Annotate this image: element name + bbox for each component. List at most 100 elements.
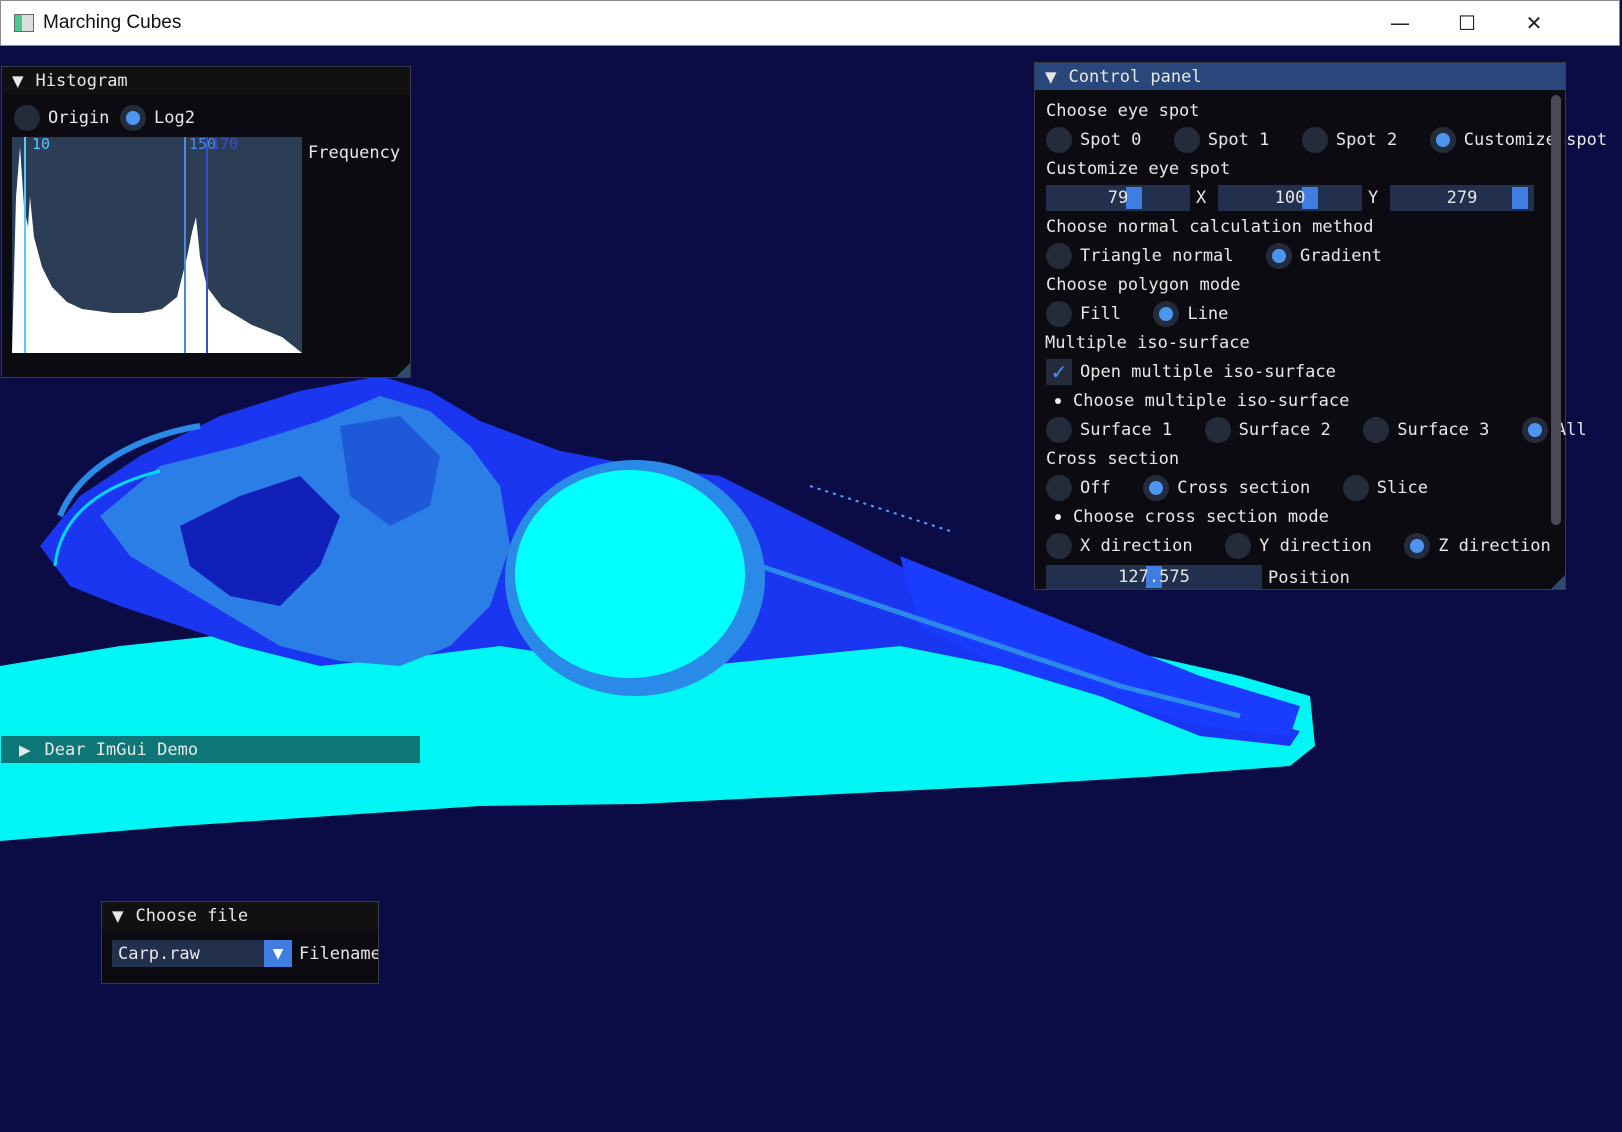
radio-x-direction[interactable] [1046, 533, 1072, 559]
marker-label-170: 170 [211, 135, 239, 153]
customize-spot-label: Customize spot [1463, 130, 1608, 150]
collapse-arrow-icon: ▼ [1045, 67, 1057, 86]
cross-section-subheading: Choose cross section mode [1073, 507, 1329, 527]
eye-spot-heading: Choose eye spot [1046, 101, 1200, 121]
filename-label: Filename [299, 944, 379, 964]
polygon-mode-options: Fill Line [1046, 301, 1228, 327]
resize-grip[interactable] [396, 363, 410, 377]
eye-spot-options: Spot 0 Spot 1 Spot 2 Customize spot [1046, 127, 1607, 153]
radio-line[interactable] [1153, 301, 1180, 327]
position-label: Position [1268, 568, 1350, 588]
log2-label: Log2 [154, 108, 195, 128]
minimize-button[interactable]: — [1366, 1, 1434, 45]
frequency-label: Frequency [308, 143, 401, 163]
radio-slice[interactable] [1342, 475, 1369, 501]
position-value: 127.575 [1118, 567, 1190, 587]
radio-origin[interactable] [14, 105, 40, 131]
demo-window-header[interactable]: ▶ Dear ImGui Demo [1, 736, 420, 763]
surface-1-label: Surface 1 [1080, 420, 1173, 440]
marker-label-10: 10 [32, 135, 51, 153]
radio-surface-2[interactable] [1204, 417, 1231, 443]
swim-bladder [515, 470, 745, 678]
histogram-mode-origin[interactable]: Origin [14, 105, 109, 131]
demo-window-title: Dear ImGui Demo [44, 739, 199, 760]
control-panel-header[interactable]: ▼ Control panel [1035, 63, 1565, 90]
radio-y-direction[interactable] [1225, 533, 1252, 559]
control-panel-title: Control panel [1068, 66, 1202, 87]
spot-0-label: Spot 0 [1080, 130, 1142, 150]
minimize-icon: — [1390, 11, 1410, 35]
origin-label: Origin [48, 108, 110, 128]
histogram-title: Histogram [35, 70, 128, 91]
slider-grab[interactable] [1126, 187, 1142, 209]
window-title: Marching Cubes [43, 12, 182, 33]
radio-fill[interactable] [1046, 301, 1072, 327]
checkmark-icon[interactable]: ✓ [1046, 359, 1072, 385]
radio-spot-2[interactable] [1301, 127, 1328, 153]
radio-gradient[interactable] [1266, 243, 1293, 269]
z-direction-label: Z direction [1438, 536, 1551, 556]
direction-options: X direction Y direction Z direction [1046, 533, 1551, 559]
histogram-plot[interactable]: 10 150 170 [12, 135, 302, 353]
fill-label: Fill [1080, 304, 1121, 324]
histogram-fill [12, 147, 302, 353]
eye-x-slider[interactable]: 79 [1046, 185, 1190, 211]
radio-spot-0[interactable] [1046, 127, 1072, 153]
histogram-panel: ▼ Histogram Origin Log2 10 150 170 Frequ… [1, 66, 411, 378]
eye-y-value: 100 [1274, 188, 1306, 208]
chevron-down-icon[interactable]: ▼ [264, 940, 292, 967]
radio-spot-1[interactable] [1173, 127, 1200, 153]
y-direction-label: Y direction [1259, 536, 1372, 556]
histogram-graph [12, 137, 302, 353]
x-label: X [1196, 188, 1207, 208]
collapse-arrow-icon: ▼ [112, 906, 124, 925]
histogram-mode-log2[interactable]: Log2 [120, 105, 195, 131]
slider-grab[interactable] [1512, 187, 1528, 209]
custom-eye-spot-heading: Customize eye spot [1046, 159, 1231, 179]
radio-triangle-normal[interactable] [1046, 243, 1072, 269]
choose-file-header[interactable]: ▼ Choose file [102, 902, 378, 929]
histogram-header[interactable]: ▼ Histogram [2, 67, 410, 94]
collapse-arrow-icon: ▼ [12, 71, 24, 90]
spot-1-label: Spot 1 [1207, 130, 1270, 150]
radio-customize-spot[interactable] [1429, 127, 1456, 153]
radio-cross-section[interactable] [1143, 475, 1170, 501]
close-button[interactable]: ✕ [1500, 1, 1568, 45]
radio-all[interactable] [1521, 417, 1548, 443]
radio-surface-3[interactable] [1363, 417, 1390, 443]
surface-options: Surface 1 Surface 2 Surface 3 All [1046, 417, 1587, 443]
eye-y-slider[interactable]: 100 [1218, 185, 1362, 211]
cross-section-label: Cross section [1177, 478, 1311, 498]
resize-grip[interactable] [1551, 575, 1565, 589]
multi-iso-checkbox-row[interactable]: ✓ Open multiple iso-surface [1046, 359, 1336, 385]
maximize-button[interactable]: ☐ [1433, 1, 1501, 45]
app-icon [14, 14, 34, 32]
multi-iso-subheading-row: Choose multiple iso-surface [1043, 391, 1349, 411]
scrollbar-thumb[interactable] [1551, 95, 1561, 525]
expand-arrow-icon: ▶ [19, 740, 31, 759]
radio-surface-1[interactable] [1046, 417, 1072, 443]
bullet-icon [1055, 514, 1061, 520]
radio-log2[interactable] [120, 105, 146, 131]
choose-file-panel: ▼ Choose file Carp.raw ▼ Filename [101, 901, 379, 984]
normal-method-heading: Choose normal calculation method [1046, 217, 1374, 237]
cross-section-heading: Cross section [1046, 449, 1180, 469]
control-panel: ▼ Control panel Choose eye spot Spot 0 S… [1034, 62, 1607, 590]
polygon-mode-heading: Choose polygon mode [1046, 275, 1241, 295]
position-slider[interactable]: 127.575 [1046, 565, 1262, 589]
radio-z-direction[interactable] [1404, 533, 1431, 559]
radio-off[interactable] [1046, 475, 1072, 501]
window-titlebar: Marching Cubes — ☐ ✕ [0, 0, 1620, 46]
scrollbar-track[interactable] [1551, 95, 1561, 525]
spot-2-label: Spot 2 [1335, 130, 1398, 150]
eye-z-slider[interactable]: 279 [1390, 185, 1534, 211]
close-icon: ✕ [1525, 11, 1543, 35]
file-dropdown[interactable]: Carp.raw ▼ [112, 940, 292, 967]
surface-3-label: Surface 3 [1397, 420, 1490, 440]
multi-iso-subheading: Choose multiple iso-surface [1073, 391, 1350, 411]
bullet-icon [1055, 398, 1061, 404]
eye-z-value: 279 [1446, 188, 1478, 208]
y-label: Y [1368, 188, 1379, 208]
multi-iso-checkbox-label: Open multiple iso-surface [1080, 362, 1336, 382]
off-label: Off [1080, 478, 1111, 498]
